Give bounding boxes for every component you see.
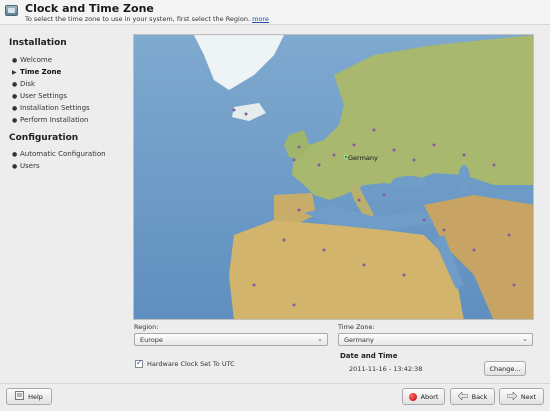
step-label: User Settings — [20, 92, 67, 100]
step-welcome: ● Welcome — [12, 56, 52, 64]
city-marker[interactable] — [382, 193, 386, 197]
city-marker[interactable] — [252, 283, 256, 287]
step-label: Time Zone — [20, 68, 62, 76]
hardware-clock-label: Hardware Clock Set To UTC — [147, 360, 235, 368]
bullet-icon: ● — [12, 57, 18, 64]
step-label: Disk — [20, 80, 36, 88]
bullet-icon: ● — [12, 117, 18, 124]
region-value: Europe — [140, 336, 163, 344]
step-users: ● Users — [12, 162, 40, 170]
help-icon — [15, 391, 25, 402]
city-marker[interactable] — [372, 128, 376, 132]
city-marker[interactable] — [507, 233, 511, 237]
timezone-value: Germany — [344, 336, 374, 344]
region-label: Region: — [134, 323, 159, 331]
timezone-select[interactable]: Germany ⌄ — [338, 333, 533, 346]
step-perform-installation: ● Perform Installation — [12, 116, 88, 124]
city-marker[interactable] — [282, 238, 286, 242]
city-marker[interactable] — [297, 145, 301, 149]
clock-app-icon — [5, 5, 18, 16]
city-marker[interactable] — [442, 228, 446, 232]
city-marker[interactable] — [512, 283, 516, 287]
city-marker[interactable] — [472, 248, 476, 252]
city-marker[interactable] — [412, 158, 416, 162]
step-label: Users — [20, 162, 40, 170]
steps-sidebar: Installation ● Welcome ▶ Time Zone ● Disk ●… — [0, 30, 130, 370]
bullet-icon: ● — [12, 81, 18, 88]
city-marker[interactable] — [492, 163, 496, 167]
subtitle-text: To select the time zone to use in your s… — [25, 15, 251, 23]
region-select[interactable]: Europe ⌄ — [134, 333, 328, 346]
step-label: Automatic Configuration — [20, 150, 106, 158]
bullet-icon: ● — [12, 163, 18, 170]
next-arrow-icon — [506, 390, 518, 402]
step-label: Installation Settings — [20, 104, 90, 112]
city-marker[interactable] — [244, 112, 248, 116]
back-button[interactable]: Back — [450, 388, 495, 405]
bottom-separator — [0, 383, 550, 384]
back-arrow-icon — [457, 390, 468, 402]
step-label: Welcome — [20, 56, 53, 64]
current-step-arrow-icon: ▶ — [12, 69, 17, 76]
city-marker[interactable] — [232, 108, 236, 112]
city-marker[interactable] — [422, 218, 426, 222]
page-title: Clock and Time Zone — [25, 2, 154, 15]
installation-section-title: Installation — [9, 38, 67, 48]
next-button[interactable]: Next — [499, 388, 544, 405]
abort-button[interactable]: Abort — [402, 388, 445, 405]
city-marker[interactable] — [352, 143, 356, 147]
selected-city-label: Germany — [348, 154, 378, 162]
abort-icon — [408, 392, 417, 401]
help-button[interactable]: Help — [6, 388, 52, 405]
page-subtitle: To select the time zone to use in your s… — [25, 15, 269, 23]
step-time-zone: ▶ Time Zone — [12, 68, 61, 76]
timezone-map[interactable]: Germany — [133, 34, 534, 320]
configuration-section-title: Configuration — [9, 133, 79, 143]
step-user-settings: ● User Settings — [12, 92, 67, 100]
timezone-label: Time Zone: — [338, 323, 375, 331]
date-time-title: Date and Time — [340, 352, 398, 360]
world-map-image[interactable]: Germany — [134, 35, 534, 320]
next-label: Next — [520, 392, 537, 401]
more-link[interactable]: more — [252, 15, 269, 23]
city-marker[interactable] — [402, 273, 406, 277]
bullet-icon: ● — [12, 105, 18, 112]
city-marker[interactable] — [292, 158, 296, 162]
city-marker[interactable] — [297, 208, 301, 212]
help-label: Help — [28, 392, 43, 401]
hardware-clock-checkbox[interactable]: ✓ — [135, 358, 143, 368]
change-button-label: Change... — [489, 364, 521, 373]
back-label: Back — [471, 392, 488, 401]
window-header: Clock and Time Zone To select the time z… — [0, 0, 550, 25]
city-marker[interactable] — [462, 153, 466, 157]
check-icon: ✓ — [136, 358, 143, 367]
change-datetime-button[interactable]: Change... — [484, 361, 526, 376]
city-marker[interactable] — [292, 303, 296, 307]
city-marker[interactable] — [317, 163, 321, 167]
city-marker[interactable] — [432, 143, 436, 147]
bullet-icon: ● — [12, 93, 18, 100]
step-automatic-configuration: ● Automatic Configuration — [12, 150, 106, 158]
city-marker[interactable] — [362, 263, 366, 267]
step-label: Perform Installation — [20, 116, 89, 124]
step-disk: ● Disk — [12, 80, 35, 88]
step-installation-settings: ● Installation Settings — [12, 104, 90, 112]
city-marker[interactable] — [357, 198, 361, 202]
date-time-value: 2011-11-16 - 13:42:38 — [349, 365, 423, 373]
caspian-sea — [458, 165, 470, 195]
city-marker[interactable] — [392, 148, 396, 152]
chevron-down-icon: ⌄ — [522, 335, 528, 343]
abort-label: Abort — [420, 392, 439, 401]
chevron-down-icon: ⌄ — [317, 335, 323, 343]
hardware-clock-option[interactable]: ✓ Hardware Clock Set To UTC — [135, 358, 235, 368]
city-marker[interactable] — [322, 248, 326, 252]
city-marker[interactable] — [332, 153, 336, 157]
bullet-icon: ● — [12, 151, 18, 158]
black-sea — [391, 176, 427, 190]
